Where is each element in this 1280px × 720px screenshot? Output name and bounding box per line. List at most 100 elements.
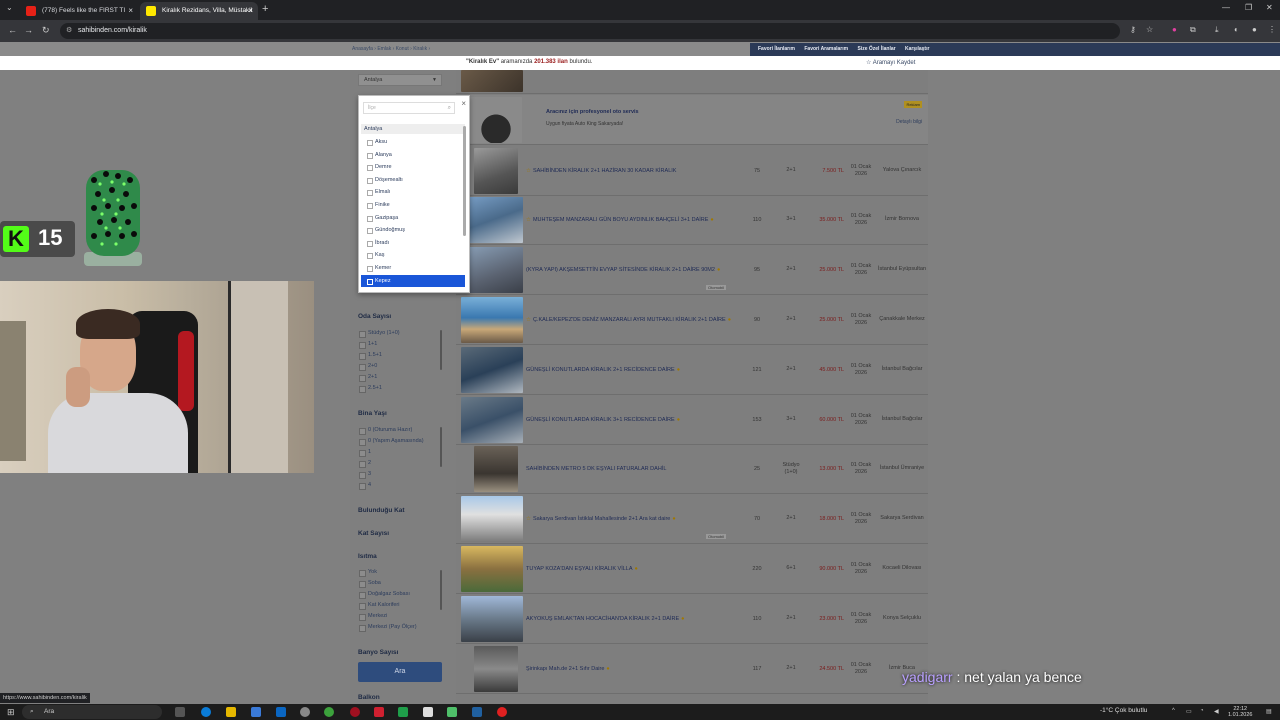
listing-thumbnail[interactable]	[461, 596, 523, 642]
filter-option[interactable]: 1+1	[358, 339, 442, 350]
listing-thumbnail[interactable]	[461, 70, 523, 92]
key-icon[interactable]: ⚷	[1130, 25, 1136, 34]
edge-icon[interactable]	[201, 707, 211, 717]
district-option[interactable]: Gündoğmuş	[361, 224, 465, 237]
listing-row[interactable]: (KYRA YAPI) AKŞEMSETTİN EVYAP SİTESİNDE …	[456, 245, 928, 295]
steam-icon[interactable]	[472, 707, 482, 717]
browser-tab-sahibinden[interactable]: Kiralık Rezidans, Villa, Müstakil ×	[140, 2, 258, 20]
filter-option[interactable]: 2.5+1	[358, 383, 442, 394]
back-icon[interactable]: ←	[8, 25, 17, 35]
weather-widget[interactable]: -1°C Çok bulutlu	[1100, 707, 1147, 714]
filter-option[interactable]: 3	[358, 469, 442, 480]
district-option[interactable]: Kemer	[361, 262, 465, 275]
breadcrumb-item[interactable]: Emlak	[377, 46, 391, 52]
district-search-input[interactable]: İlçe ⌕	[363, 102, 455, 114]
listing-title[interactable]: Şirinkapı Mah.de 2+1 Sıfır Daire ●	[526, 644, 731, 693]
listing-row-partial[interactable]	[456, 70, 928, 94]
listing-thumbnail[interactable]	[461, 347, 523, 393]
filter-option[interactable]: 2+1	[358, 372, 442, 383]
district-option[interactable]: Elmalı	[361, 186, 465, 199]
volume-icon[interactable]: ◀	[1214, 708, 1219, 715]
close-tab-icon[interactable]: ×	[248, 2, 253, 20]
listing-thumbnail[interactable]	[474, 646, 518, 692]
listing-thumbnail[interactable]	[461, 546, 523, 592]
filter-scrollbar[interactable]	[440, 427, 442, 467]
filter-title-oda-sayisi[interactable]: Oda Sayısı	[358, 313, 391, 320]
clock[interactable]: 22:12 1.01.2026	[1228, 706, 1252, 718]
excel-icon[interactable]	[398, 707, 408, 717]
close-icon[interactable]: ×	[461, 99, 466, 108]
file-explorer-icon[interactable]	[226, 707, 236, 717]
district-option[interactable]: İbradı	[361, 237, 465, 250]
listing-title[interactable]: ☆ Sakarya Serdivan İstiklal Mahallesinde …	[526, 494, 731, 543]
district-option[interactable]: Döşemealtı	[361, 174, 465, 187]
dropdown-scrollbar[interactable]	[463, 126, 466, 236]
app-icon[interactable]	[423, 707, 433, 717]
favorite-listings-link[interactable]: Favori İlanlarım	[758, 46, 795, 52]
district-option[interactable]: Finike	[361, 199, 465, 212]
filter-option[interactable]: 1	[358, 447, 442, 458]
breadcrumb-item[interactable]: Kiralık	[413, 46, 427, 52]
filter-option[interactable]: Merkezi (Pay Ölçer)	[358, 622, 442, 633]
app-icon[interactable]	[447, 707, 457, 717]
mail-icon[interactable]	[276, 707, 286, 717]
listing-title[interactable]: ☆ Ç.KALE/KEPEZ'DE DENİZ MANZARALI AYRI MU…	[526, 295, 731, 344]
listing-row[interactable]: AKYOKUŞ EMLAK'TAN HOCACİHAN'DA KİRALIK 2…	[456, 594, 928, 644]
minimize-icon[interactable]: —	[1222, 3, 1230, 12]
filter-option[interactable]: Soba	[358, 578, 442, 589]
ad-title[interactable]: Aracınız için profesyonel oto servis	[546, 109, 639, 115]
ad-row[interactable]: Aracınız için profesyonel oto servis Uyg…	[456, 95, 928, 145]
listing-row[interactable]: ☆ Ç.KALE/KEPEZ'DE DENİZ MANZARALI AYRI MU…	[456, 295, 928, 345]
filter-title-isitma[interactable]: Isıtma	[358, 553, 377, 560]
listing-title[interactable]: GÜNEŞLİ KONUTLARDA KİRALIK 3+1 RECİDENCE…	[526, 395, 731, 444]
district-option[interactable]: Kepez	[361, 274, 465, 288]
search-button[interactable]: Ara	[358, 662, 442, 682]
close-window-icon[interactable]: ✕	[1266, 3, 1273, 12]
extensions-puzzle-icon[interactable]: ⧉	[1190, 25, 1196, 35]
listing-row[interactable]: TUYAP KOZA'DAN EŞYALI KİRALIK VİLLA ● 220 6…	[456, 544, 928, 594]
chrome-icon[interactable]	[324, 707, 334, 717]
listing-thumbnail[interactable]	[461, 197, 523, 243]
new-tab-button[interactable]: +	[262, 3, 268, 15]
opera-icon[interactable]	[350, 707, 360, 717]
task-view-icon[interactable]	[175, 707, 185, 717]
listing-row[interactable]: ☆ SAHİBİNDEN KİRALIK 2+1 HAZİRAN 30 KADAR…	[456, 146, 928, 196]
ad-image[interactable]	[470, 97, 522, 143]
listing-thumbnail[interactable]	[474, 446, 518, 492]
district-option[interactable]: Kaş	[361, 249, 465, 262]
district-option[interactable]: Gazipaşa	[361, 212, 465, 225]
filter-option[interactable]: 2+0	[358, 361, 442, 372]
filter-option[interactable]: Kat Kaloriferi	[358, 600, 442, 611]
listing-title[interactable]: AKYOKUŞ EMLAK'TAN HOCACİHAN'DA KİRALIK 2…	[526, 594, 731, 643]
listing-title[interactable]: ☆ MUHTEŞEM MANZARALI GÜN BOYU AYDINLIK BA…	[526, 195, 731, 244]
listing-title[interactable]: ☆ SAHİBİNDEN KİRALIK 2+1 HAZİRAN 30 KADAR…	[526, 146, 731, 195]
listing-title[interactable]: GÜNEŞLİ KONUTLARDA KİRALIK 2+1 RECİDENCE…	[526, 345, 731, 394]
listing-row[interactable]: Şirinkapı Mah.de 2+1 Sıfır Daire ● 117 2+1 2…	[456, 644, 928, 694]
store-icon[interactable]	[251, 707, 261, 717]
compare-link[interactable]: Karşılaştır	[905, 46, 929, 52]
extension-icon[interactable]: ●	[1172, 25, 1177, 34]
listing-thumbnail[interactable]	[461, 297, 523, 343]
listing-title[interactable]: (KYRA YAPI) AKŞEMSETTİN EVYAP SİTESİNDE …	[526, 245, 731, 294]
filter-option[interactable]: Merkezi	[358, 611, 442, 622]
ad-details-link[interactable]: Detaylı bilgi	[896, 119, 922, 125]
listing-title[interactable]: SAHİBİNDEN METRO 5 DK EŞYALI FATURALAR D…	[526, 444, 731, 493]
obs-icon[interactable]	[300, 707, 310, 717]
filter-option[interactable]: Yok	[358, 567, 442, 578]
maximize-icon[interactable]: ❐	[1245, 3, 1252, 12]
breadcrumb-item[interactable]: Anasayfa	[352, 46, 373, 52]
listing-thumbnail[interactable]	[461, 496, 523, 542]
filter-option[interactable]: Stüdyo (1+0)	[358, 328, 442, 339]
browser-tab-youtube[interactable]: (778) Feels like the FIRST TI ×	[20, 2, 138, 20]
filter-scrollbar[interactable]	[440, 570, 442, 610]
listing-row[interactable]: ☆ MUHTEŞEM MANZARALI GÜN BOYU AYDINLIK BA…	[456, 195, 928, 245]
menu-icon[interactable]: ⋮	[1268, 25, 1276, 34]
favorite-searches-link[interactable]: Favori Aramalarım	[804, 46, 848, 52]
listing-row[interactable]: SAHİBİNDEN METRO 5 DK EŞYALI FATURALAR D…	[456, 444, 928, 494]
wifi-icon[interactable]: ◔	[1200, 708, 1204, 714]
listing-row[interactable]: GÜNEŞLİ KONUTLARDA KİRALIK 3+1 RECİDENCE…	[456, 395, 928, 445]
close-tab-icon[interactable]: ×	[128, 2, 133, 20]
filter-option[interactable]: 0 (Oturuma Hazır)	[358, 425, 442, 436]
taskbar-search[interactable]: ⌕ Ara	[22, 705, 162, 719]
save-search-button[interactable]: ☆ Aramayı Kaydet	[866, 59, 915, 66]
